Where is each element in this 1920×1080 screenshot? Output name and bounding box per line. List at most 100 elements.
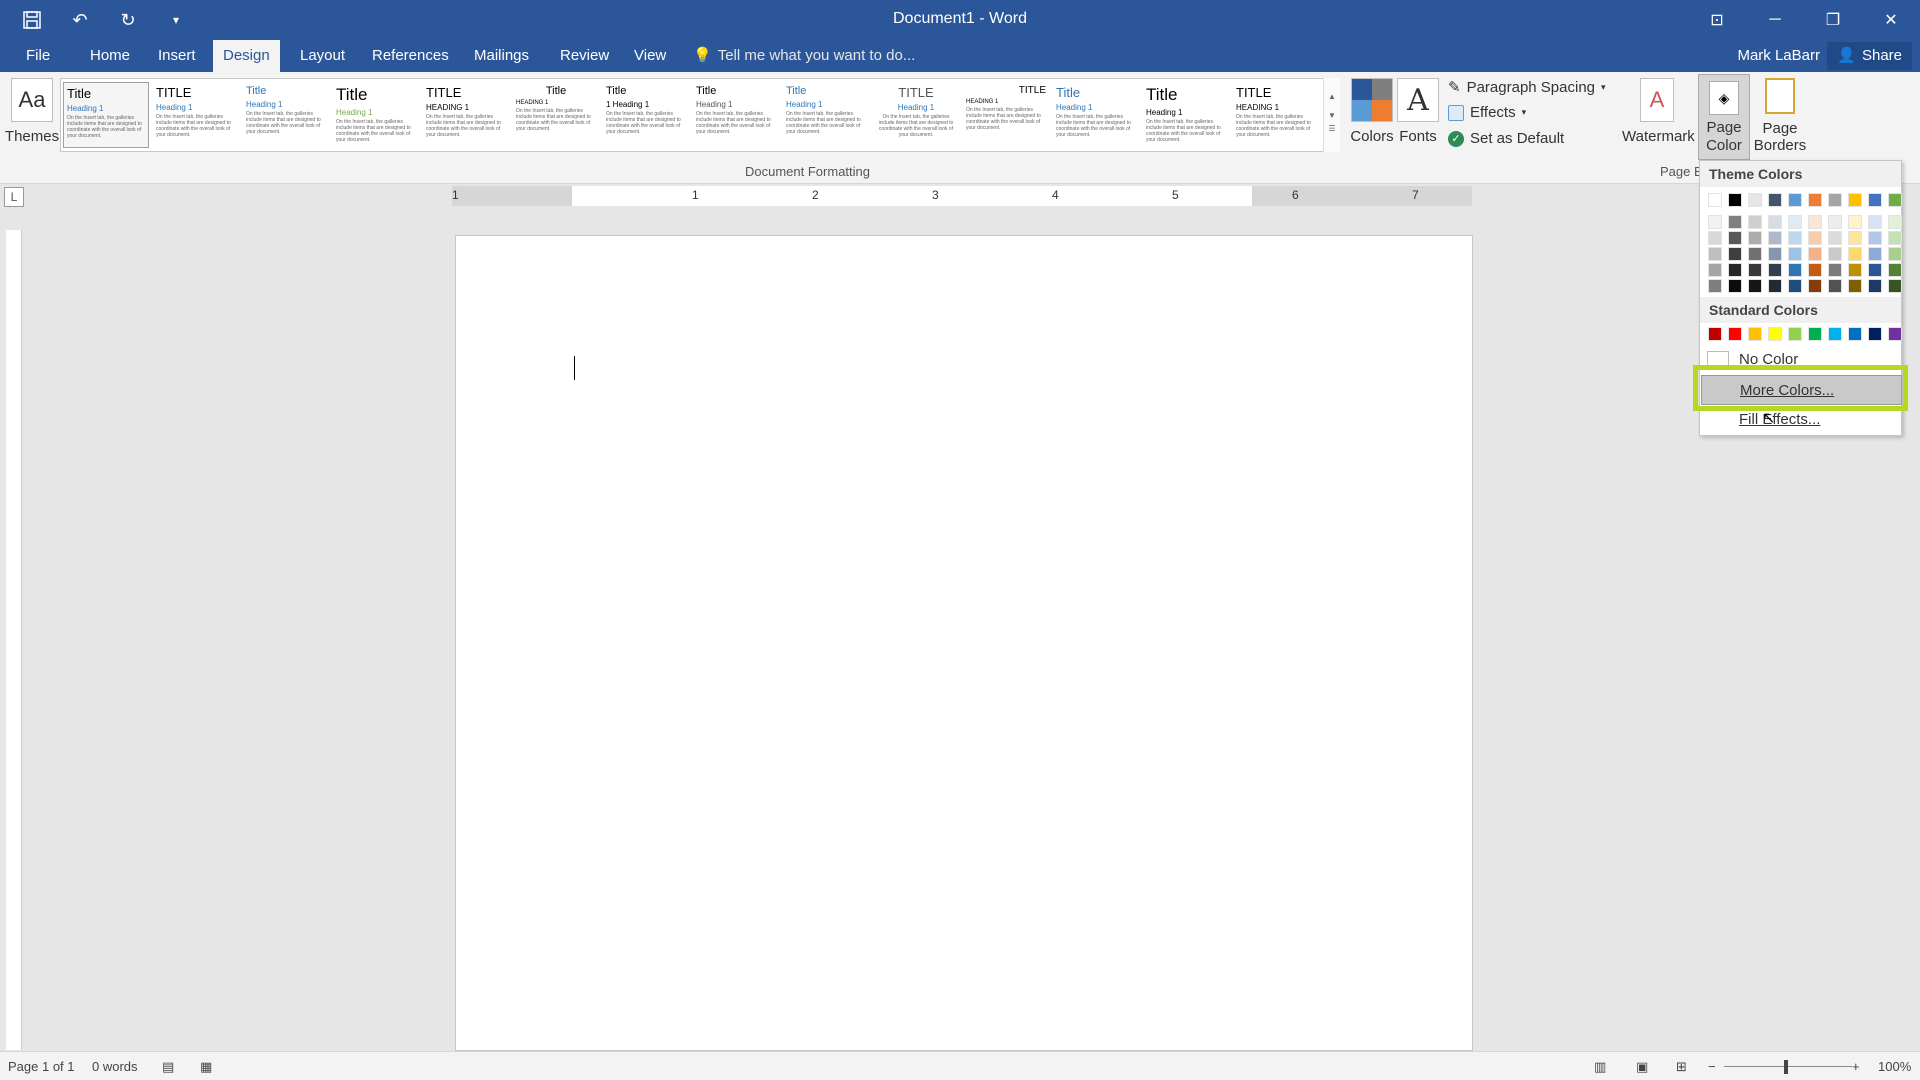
color-swatch[interactable] — [1768, 327, 1782, 341]
page-borders-button[interactable]: Page Borders — [1752, 78, 1808, 154]
color-swatch[interactable] — [1888, 279, 1902, 293]
word-count[interactable]: 0 words — [92, 1059, 138, 1074]
style-set-item[interactable]: Title Heading 1 On the Insert tab, the gal… — [783, 82, 869, 148]
web-layout-icon[interactable]: ⊞ — [1676, 1059, 1687, 1075]
style-set-item[interactable]: Title HEADING 1 On the Insert tab, the gal… — [513, 82, 599, 148]
color-swatch[interactable] — [1808, 279, 1822, 293]
color-swatch[interactable] — [1728, 327, 1742, 341]
color-swatch[interactable] — [1748, 193, 1762, 207]
color-swatch[interactable] — [1828, 231, 1842, 245]
zoom-slider-thumb[interactable] — [1784, 1060, 1788, 1074]
set-as-default-button[interactable]: ✓ Set as Default — [1448, 130, 1564, 147]
color-swatch[interactable] — [1888, 327, 1902, 341]
color-swatch[interactable] — [1788, 327, 1802, 341]
minimize-button[interactable]: ─ — [1746, 0, 1804, 40]
watermark-button[interactable]: A Watermark — [1622, 78, 1695, 145]
themes-button[interactable]: Aa Themes — [4, 78, 60, 145]
fonts-button[interactable]: A Fonts — [1390, 78, 1446, 145]
color-swatch[interactable] — [1828, 215, 1842, 229]
color-swatch[interactable] — [1748, 231, 1762, 245]
tab-review[interactable]: Review — [550, 40, 619, 72]
color-swatch[interactable] — [1868, 231, 1882, 245]
style-set-item[interactable]: TITLE HEADING 1 On the Insert tab, the gal… — [963, 82, 1049, 148]
color-swatch[interactable] — [1888, 193, 1902, 207]
color-swatch[interactable] — [1808, 327, 1822, 341]
color-swatch[interactable] — [1848, 215, 1862, 229]
color-swatch[interactable] — [1748, 279, 1762, 293]
page-color-button[interactable]: ◈ Page Color — [1698, 74, 1750, 160]
color-swatch[interactable] — [1748, 247, 1762, 261]
style-set-item[interactable]: Title Heading 1 On the Insert tab, the gal… — [63, 82, 149, 148]
color-swatch[interactable] — [1848, 231, 1862, 245]
color-swatch[interactable] — [1748, 327, 1762, 341]
tab-home[interactable]: Home — [80, 40, 140, 72]
color-swatch[interactable] — [1888, 215, 1902, 229]
color-swatch[interactable] — [1788, 193, 1802, 207]
style-set-item[interactable]: Title Heading 1 On the Insert tab, the gal… — [1053, 82, 1139, 148]
restore-button[interactable]: ❐ — [1804, 0, 1862, 40]
color-swatch[interactable] — [1788, 215, 1802, 229]
color-swatch[interactable] — [1848, 279, 1862, 293]
color-swatch[interactable] — [1708, 215, 1722, 229]
color-swatch[interactable] — [1888, 247, 1902, 261]
color-swatch[interactable] — [1848, 193, 1862, 207]
style-set-item[interactable]: Title Heading 1 On the Insert tab, the gal… — [1143, 82, 1229, 148]
style-set-item[interactable]: TITLE HEADING 1 On the Insert tab, the gal… — [1233, 82, 1319, 148]
color-swatch[interactable] — [1788, 247, 1802, 261]
color-swatch[interactable] — [1868, 327, 1882, 341]
color-swatch[interactable] — [1748, 215, 1762, 229]
color-swatch[interactable] — [1848, 263, 1862, 277]
color-swatch[interactable] — [1728, 279, 1742, 293]
style-set-item[interactable]: Title Heading 1 On the Insert tab, the gal… — [243, 82, 329, 148]
color-swatch[interactable] — [1868, 263, 1882, 277]
tab-layout[interactable]: Layout — [290, 40, 355, 72]
color-swatch[interactable] — [1708, 327, 1722, 341]
page-count[interactable]: Page 1 of 1 — [8, 1059, 75, 1074]
proofing-icon[interactable]: ▤ — [162, 1059, 174, 1075]
user-name[interactable]: Mark LaBarr — [1737, 40, 1820, 72]
color-swatch[interactable] — [1848, 327, 1862, 341]
color-swatch[interactable] — [1808, 231, 1822, 245]
color-swatch[interactable] — [1868, 247, 1882, 261]
color-swatch[interactable] — [1708, 247, 1722, 261]
color-swatch[interactable] — [1728, 263, 1742, 277]
print-layout-icon[interactable]: ▣ — [1636, 1059, 1648, 1075]
style-set-item[interactable]: TITLE Heading 1 On the Insert tab, the gal… — [153, 82, 239, 148]
color-swatch[interactable] — [1768, 193, 1782, 207]
tell-me-search[interactable]: 💡 Tell me what you want to do... — [693, 40, 915, 72]
color-swatch[interactable] — [1888, 231, 1902, 245]
style-set-item[interactable]: Title 1 Heading 1 On the Insert tab, the g… — [603, 82, 689, 148]
color-swatch[interactable] — [1828, 279, 1842, 293]
color-swatch[interactable] — [1708, 279, 1722, 293]
ribbon-display-options-button[interactable]: ⊡ — [1688, 0, 1746, 40]
tab-references[interactable]: References — [362, 40, 459, 72]
tab-design[interactable]: Design — [213, 40, 280, 72]
tab-selector[interactable]: L — [4, 187, 24, 207]
color-swatch[interactable] — [1828, 263, 1842, 277]
color-swatch[interactable] — [1808, 247, 1822, 261]
paragraph-spacing-button[interactable]: ✎ Paragraph Spacing ▾ — [1448, 78, 1606, 97]
tab-view[interactable]: View — [624, 40, 676, 72]
color-swatch[interactable] — [1808, 215, 1822, 229]
style-set-item[interactable]: TITLE Heading 1 On the Insert tab, the gal… — [873, 82, 959, 148]
color-swatch[interactable] — [1728, 247, 1742, 261]
zoom-level[interactable]: 100% — [1878, 1059, 1911, 1074]
close-button[interactable]: ✕ — [1862, 0, 1920, 40]
color-swatch[interactable] — [1808, 193, 1822, 207]
color-swatch[interactable] — [1768, 247, 1782, 261]
color-swatch[interactable] — [1868, 193, 1882, 207]
vertical-ruler[interactable] — [6, 230, 22, 1050]
zoom-in-button[interactable]: + — [1852, 1059, 1860, 1074]
effects-button[interactable]: Effects ▾ — [1448, 104, 1526, 121]
color-swatch[interactable] — [1728, 231, 1742, 245]
read-mode-icon[interactable]: ▥ — [1594, 1059, 1606, 1075]
color-swatch[interactable] — [1808, 263, 1822, 277]
share-button[interactable]: 👤 Share — [1827, 42, 1912, 70]
tab-insert[interactable]: Insert — [148, 40, 206, 72]
color-swatch[interactable] — [1748, 263, 1762, 277]
color-swatch[interactable] — [1828, 327, 1842, 341]
color-swatch[interactable] — [1788, 279, 1802, 293]
zoom-slider[interactable] — [1724, 1066, 1852, 1067]
color-swatch[interactable] — [1768, 263, 1782, 277]
color-swatch[interactable] — [1768, 231, 1782, 245]
